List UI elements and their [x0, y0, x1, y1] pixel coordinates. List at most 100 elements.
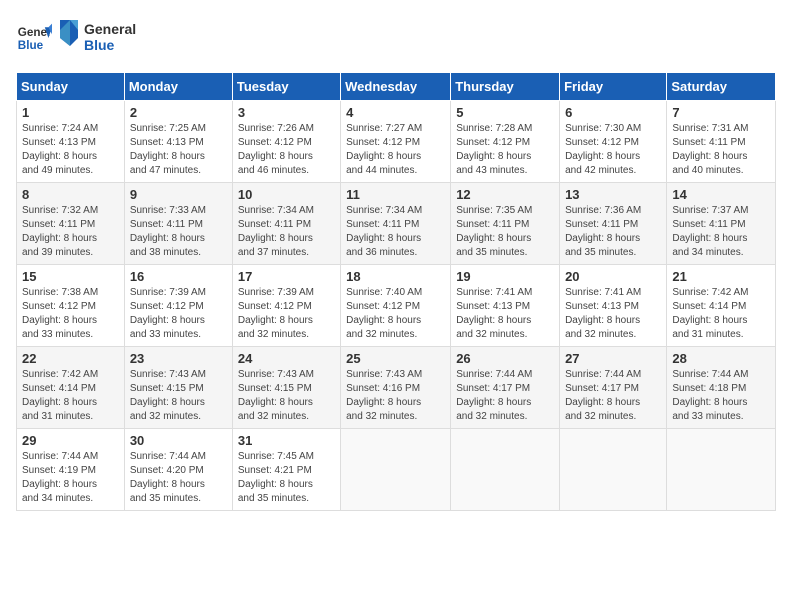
day-info: Sunrise: 7:33 AM Sunset: 4:11 PM Dayligh… [130, 204, 227, 260]
day-number: 29 [22, 433, 119, 448]
logo-full: General Blue [56, 16, 146, 60]
day-number: 20 [565, 269, 661, 284]
calendar-week-1: 1 Sunrise: 7:24 AM Sunset: 4:13 PM Dayli… [17, 101, 776, 183]
calendar-cell: 5 Sunrise: 7:28 AM Sunset: 4:12 PM Dayli… [451, 101, 560, 183]
calendar-cell: 4 Sunrise: 7:27 AM Sunset: 4:12 PM Dayli… [341, 101, 451, 183]
weekday-header-tuesday: Tuesday [232, 73, 340, 101]
calendar-cell: 30 Sunrise: 7:44 AM Sunset: 4:20 PM Dayl… [124, 429, 232, 511]
day-info: Sunrise: 7:42 AM Sunset: 4:14 PM Dayligh… [672, 286, 770, 342]
calendar-week-4: 22 Sunrise: 7:42 AM Sunset: 4:14 PM Dayl… [17, 347, 776, 429]
day-number: 6 [565, 105, 661, 120]
day-info: Sunrise: 7:37 AM Sunset: 4:11 PM Dayligh… [672, 204, 770, 260]
svg-text:Blue: Blue [84, 37, 115, 53]
day-number: 22 [22, 351, 119, 366]
day-info: Sunrise: 7:44 AM Sunset: 4:17 PM Dayligh… [565, 368, 661, 424]
day-number: 12 [456, 187, 554, 202]
calendar-cell: 3 Sunrise: 7:26 AM Sunset: 4:12 PM Dayli… [232, 101, 340, 183]
day-info: Sunrise: 7:40 AM Sunset: 4:12 PM Dayligh… [346, 286, 445, 342]
day-info: Sunrise: 7:27 AM Sunset: 4:12 PM Dayligh… [346, 122, 445, 178]
weekday-row: SundayMondayTuesdayWednesdayThursdayFrid… [17, 73, 776, 101]
calendar-cell: 9 Sunrise: 7:33 AM Sunset: 4:11 PM Dayli… [124, 183, 232, 265]
calendar-cell: 2 Sunrise: 7:25 AM Sunset: 4:13 PM Dayli… [124, 101, 232, 183]
calendar-cell: 18 Sunrise: 7:40 AM Sunset: 4:12 PM Dayl… [341, 265, 451, 347]
calendar-cell: 17 Sunrise: 7:39 AM Sunset: 4:12 PM Dayl… [232, 265, 340, 347]
weekday-header-saturday: Saturday [667, 73, 776, 101]
calendar-cell: 27 Sunrise: 7:44 AM Sunset: 4:17 PM Dayl… [560, 347, 667, 429]
logo-icon: General Blue [16, 20, 52, 56]
calendar-cell: 7 Sunrise: 7:31 AM Sunset: 4:11 PM Dayli… [667, 101, 776, 183]
day-number: 7 [672, 105, 770, 120]
day-number: 19 [456, 269, 554, 284]
day-info: Sunrise: 7:26 AM Sunset: 4:12 PM Dayligh… [238, 122, 335, 178]
calendar-week-3: 15 Sunrise: 7:38 AM Sunset: 4:12 PM Dayl… [17, 265, 776, 347]
svg-text:Blue: Blue [18, 39, 44, 52]
calendar-cell: 20 Sunrise: 7:41 AM Sunset: 4:13 PM Dayl… [560, 265, 667, 347]
calendar-cell: 23 Sunrise: 7:43 AM Sunset: 4:15 PM Dayl… [124, 347, 232, 429]
day-number: 1 [22, 105, 119, 120]
day-number: 9 [130, 187, 227, 202]
day-number: 31 [238, 433, 335, 448]
day-info: Sunrise: 7:39 AM Sunset: 4:12 PM Dayligh… [238, 286, 335, 342]
day-info: Sunrise: 7:44 AM Sunset: 4:19 PM Dayligh… [22, 450, 119, 506]
day-number: 13 [565, 187, 661, 202]
day-info: Sunrise: 7:43 AM Sunset: 4:15 PM Dayligh… [238, 368, 335, 424]
day-info: Sunrise: 7:25 AM Sunset: 4:13 PM Dayligh… [130, 122, 227, 178]
calendar-cell: 6 Sunrise: 7:30 AM Sunset: 4:12 PM Dayli… [560, 101, 667, 183]
calendar-cell: 21 Sunrise: 7:42 AM Sunset: 4:14 PM Dayl… [667, 265, 776, 347]
calendar-cell: 31 Sunrise: 7:45 AM Sunset: 4:21 PM Dayl… [232, 429, 340, 511]
weekday-header-thursday: Thursday [451, 73, 560, 101]
day-info: Sunrise: 7:41 AM Sunset: 4:13 PM Dayligh… [456, 286, 554, 342]
calendar-cell: 1 Sunrise: 7:24 AM Sunset: 4:13 PM Dayli… [17, 101, 125, 183]
calendar-cell: 14 Sunrise: 7:37 AM Sunset: 4:11 PM Dayl… [667, 183, 776, 265]
calendar-body: 1 Sunrise: 7:24 AM Sunset: 4:13 PM Dayli… [17, 101, 776, 511]
day-info: Sunrise: 7:35 AM Sunset: 4:11 PM Dayligh… [456, 204, 554, 260]
day-number: 26 [456, 351, 554, 366]
day-info: Sunrise: 7:34 AM Sunset: 4:11 PM Dayligh… [238, 204, 335, 260]
day-number: 18 [346, 269, 445, 284]
calendar-header: SundayMondayTuesdayWednesdayThursdayFrid… [17, 73, 776, 101]
day-number: 8 [22, 187, 119, 202]
day-number: 17 [238, 269, 335, 284]
calendar-week-2: 8 Sunrise: 7:32 AM Sunset: 4:11 PM Dayli… [17, 183, 776, 265]
calendar-week-5: 29 Sunrise: 7:44 AM Sunset: 4:19 PM Dayl… [17, 429, 776, 511]
logo: General Blue General Blue [16, 16, 146, 60]
day-number: 15 [22, 269, 119, 284]
calendar-cell: 28 Sunrise: 7:44 AM Sunset: 4:18 PM Dayl… [667, 347, 776, 429]
calendar-cell: 24 Sunrise: 7:43 AM Sunset: 4:15 PM Dayl… [232, 347, 340, 429]
day-number: 23 [130, 351, 227, 366]
day-info: Sunrise: 7:42 AM Sunset: 4:14 PM Dayligh… [22, 368, 119, 424]
day-info: Sunrise: 7:45 AM Sunset: 4:21 PM Dayligh… [238, 450, 335, 506]
calendar-cell [451, 429, 560, 511]
day-info: Sunrise: 7:36 AM Sunset: 4:11 PM Dayligh… [565, 204, 661, 260]
day-info: Sunrise: 7:32 AM Sunset: 4:11 PM Dayligh… [22, 204, 119, 260]
day-info: Sunrise: 7:41 AM Sunset: 4:13 PM Dayligh… [565, 286, 661, 342]
calendar-cell [667, 429, 776, 511]
day-info: Sunrise: 7:44 AM Sunset: 4:17 PM Dayligh… [456, 368, 554, 424]
day-number: 3 [238, 105, 335, 120]
day-info: Sunrise: 7:39 AM Sunset: 4:12 PM Dayligh… [130, 286, 227, 342]
day-number: 25 [346, 351, 445, 366]
day-number: 2 [130, 105, 227, 120]
day-info: Sunrise: 7:24 AM Sunset: 4:13 PM Dayligh… [22, 122, 119, 178]
day-number: 10 [238, 187, 335, 202]
day-info: Sunrise: 7:43 AM Sunset: 4:16 PM Dayligh… [346, 368, 445, 424]
weekday-header-sunday: Sunday [17, 73, 125, 101]
calendar-cell: 10 Sunrise: 7:34 AM Sunset: 4:11 PM Dayl… [232, 183, 340, 265]
day-info: Sunrise: 7:38 AM Sunset: 4:12 PM Dayligh… [22, 286, 119, 342]
page-header: General Blue General Blue [16, 16, 776, 60]
calendar-cell: 16 Sunrise: 7:39 AM Sunset: 4:12 PM Dayl… [124, 265, 232, 347]
day-number: 5 [456, 105, 554, 120]
day-number: 27 [565, 351, 661, 366]
day-info: Sunrise: 7:28 AM Sunset: 4:12 PM Dayligh… [456, 122, 554, 178]
day-number: 4 [346, 105, 445, 120]
day-info: Sunrise: 7:34 AM Sunset: 4:11 PM Dayligh… [346, 204, 445, 260]
svg-text:General: General [84, 21, 136, 37]
day-info: Sunrise: 7:43 AM Sunset: 4:15 PM Dayligh… [130, 368, 227, 424]
day-number: 14 [672, 187, 770, 202]
day-info: Sunrise: 7:44 AM Sunset: 4:18 PM Dayligh… [672, 368, 770, 424]
calendar-cell: 29 Sunrise: 7:44 AM Sunset: 4:19 PM Dayl… [17, 429, 125, 511]
calendar-cell: 15 Sunrise: 7:38 AM Sunset: 4:12 PM Dayl… [17, 265, 125, 347]
day-number: 21 [672, 269, 770, 284]
day-info: Sunrise: 7:31 AM Sunset: 4:11 PM Dayligh… [672, 122, 770, 178]
day-info: Sunrise: 7:30 AM Sunset: 4:12 PM Dayligh… [565, 122, 661, 178]
